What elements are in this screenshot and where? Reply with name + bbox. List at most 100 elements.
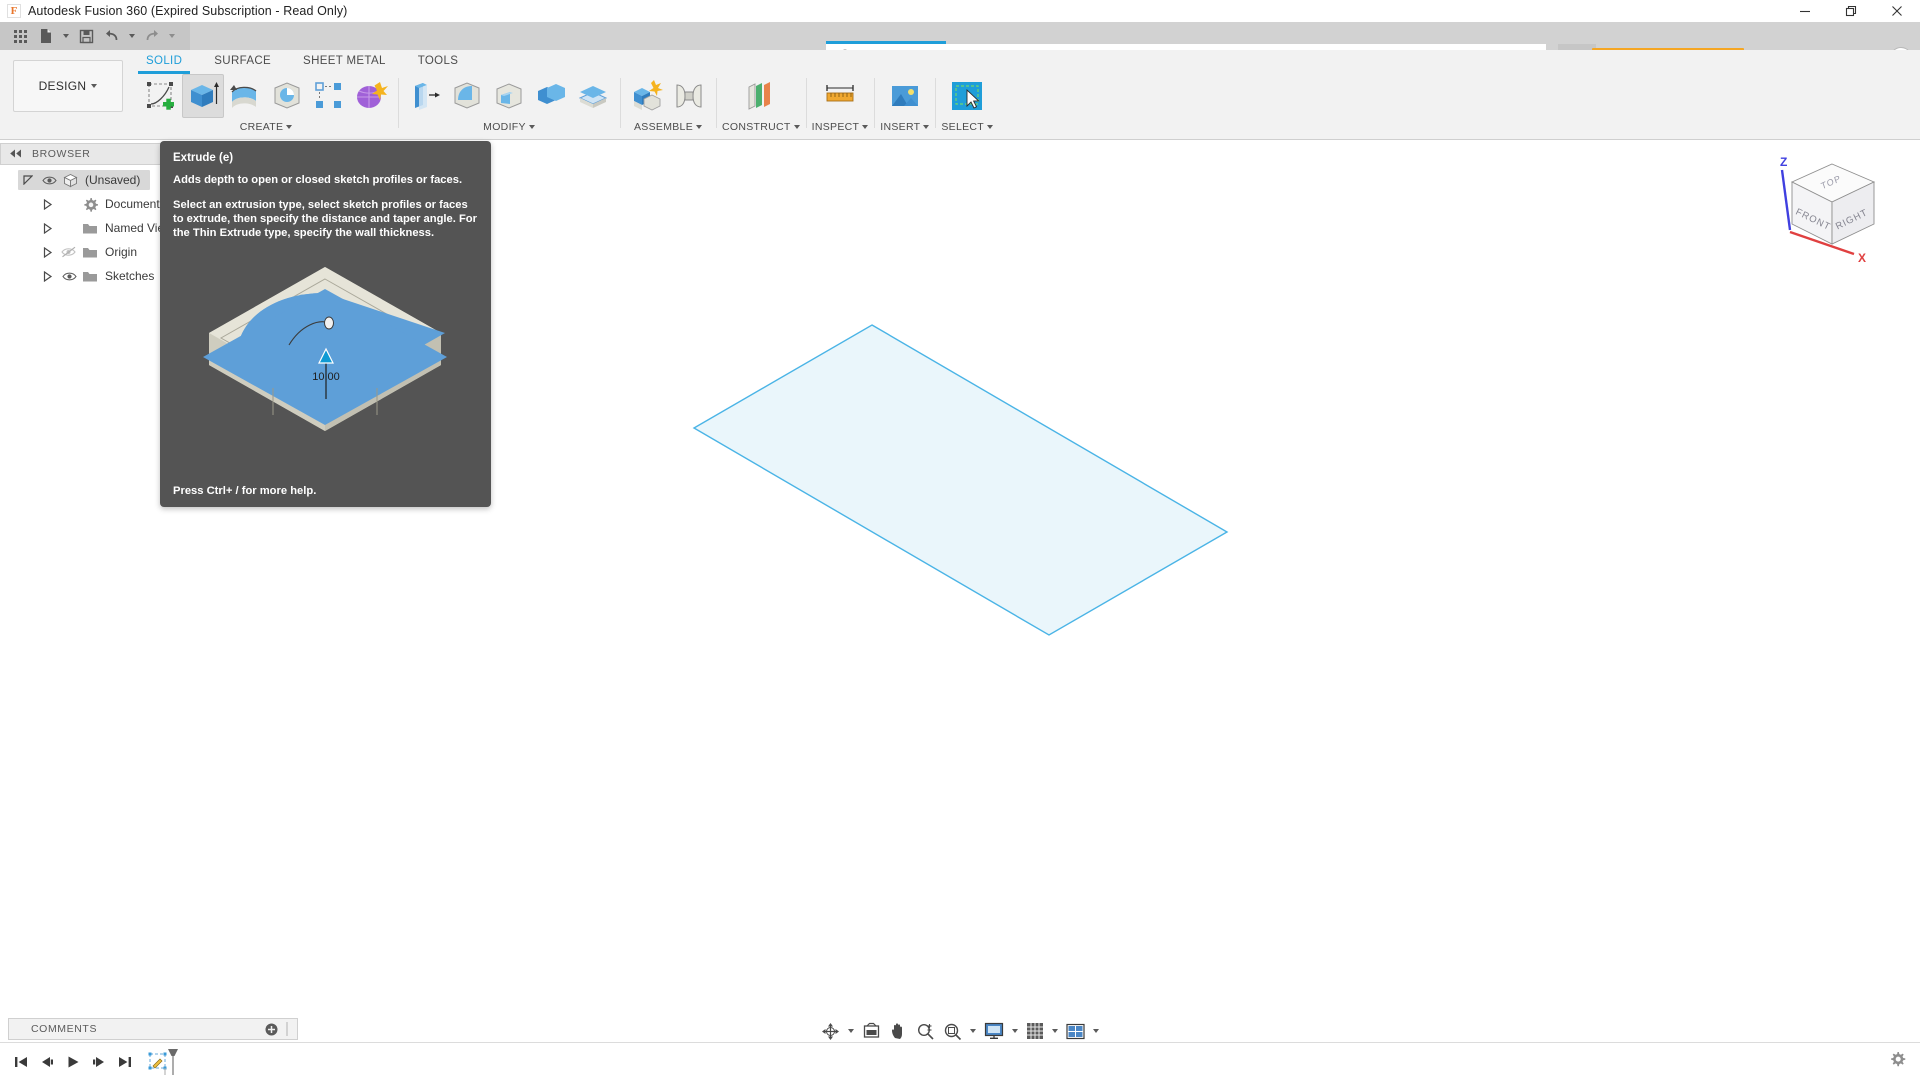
grid-and-snaps-dropdown-icon[interactable] <box>1049 1018 1061 1044</box>
tooltip-paragraph-2: Select an extrusion type, select sketch … <box>173 198 478 240</box>
new-document-dropdown-icon[interactable] <box>60 24 72 48</box>
tab-sheet-metal[interactable]: SHEET METAL <box>287 50 402 72</box>
chevron-down-icon <box>529 125 535 129</box>
axis-label-x: X <box>1858 251 1866 265</box>
tool-new-component[interactable] <box>626 74 668 118</box>
panel-label: CONSTRUCT <box>722 121 791 133</box>
expander-collapsed-icon[interactable] <box>38 247 58 258</box>
tool-create-sketch[interactable] <box>140 74 182 118</box>
tool-fillet[interactable] <box>446 74 488 118</box>
timeline-jump-to-end[interactable] <box>112 1049 138 1075</box>
tab-surface[interactable]: SURFACE <box>198 50 287 72</box>
tool-offset-plane[interactable] <box>740 74 782 118</box>
chevron-down-icon <box>286 125 292 129</box>
viewports-dropdown-icon[interactable] <box>1090 1018 1102 1044</box>
zoom-icon[interactable] <box>913 1018 938 1044</box>
panel-title-assemble[interactable]: ASSEMBLE <box>634 121 702 133</box>
expander-collapsed-icon[interactable] <box>38 223 58 234</box>
panel-title-select[interactable]: SELECT <box>941 121 993 133</box>
orbit-dropdown-icon[interactable] <box>845 1018 857 1044</box>
close-button[interactable] <box>1874 0 1920 22</box>
folder-icon <box>80 222 100 235</box>
ribbon-panel-assemble: ASSEMBLE <box>620 74 716 140</box>
tool-sweep[interactable] <box>266 74 308 118</box>
ribbon-tabs: SOLID SURFACE SHEET METAL TOOLS <box>130 50 474 72</box>
tool-select-window[interactable] <box>946 74 988 118</box>
look-at-icon[interactable] <box>859 1018 884 1044</box>
expander-collapsed-icon[interactable] <box>38 199 58 210</box>
visibility-eye-hidden-icon[interactable] <box>58 246 80 258</box>
expander-collapsed-icon[interactable] <box>38 271 58 282</box>
ribbon-panel-insert: INSERT <box>874 74 935 140</box>
tooltip-illustration: 10.00 <box>173 253 478 453</box>
tool-insert-image[interactable] <box>884 74 926 118</box>
restore-button[interactable] <box>1828 0 1874 22</box>
app-grid-icon[interactable] <box>8 24 32 48</box>
tool-form[interactable] <box>350 74 392 118</box>
quick-access-bar: Untitled* Expired: Subscribe Now <box>0 22 1920 50</box>
timeline-jump-to-beginning[interactable] <box>8 1049 34 1075</box>
display-settings-icon[interactable] <box>981 1018 1007 1044</box>
visibility-eye-icon[interactable] <box>58 271 80 282</box>
tool-combine[interactable] <box>530 74 572 118</box>
panel-label: SELECT <box>941 121 984 133</box>
tool-split-face[interactable] <box>572 74 614 118</box>
undo-dropdown-icon[interactable] <box>126 24 138 48</box>
tooltip-paragraph-1: Adds depth to open or closed sketch prof… <box>173 173 478 187</box>
tool-revolve[interactable] <box>224 74 266 118</box>
visibility-eye-icon[interactable] <box>38 175 60 186</box>
tab-tools[interactable]: TOOLS <box>402 50 475 72</box>
tooltip-footer: Press Ctrl+ / for more help. <box>173 485 316 497</box>
timeline-step-forward[interactable] <box>86 1049 112 1075</box>
comments-label: COMMENTS <box>31 1023 97 1035</box>
tool-joint[interactable] <box>668 74 710 118</box>
panel-title-insert[interactable]: INSERT <box>880 121 929 133</box>
browser-title: BROWSER <box>32 148 90 160</box>
timeline-play[interactable] <box>60 1049 86 1075</box>
tool-shell[interactable] <box>488 74 530 118</box>
settings-gear-icon[interactable] <box>1889 1051 1906 1073</box>
zoom-window-icon[interactable] <box>940 1018 965 1044</box>
collapse-left-icon[interactable] <box>9 145 22 163</box>
viewports-icon[interactable] <box>1063 1018 1088 1044</box>
timeline-step-back[interactable] <box>34 1049 60 1075</box>
expander-expanded-icon[interactable] <box>18 175 38 185</box>
orbit-icon[interactable] <box>818 1018 843 1044</box>
ribbon-panel-select: SELECT <box>935 74 999 140</box>
panel-label: CREATE <box>240 121 284 133</box>
minimize-button[interactable] <box>1782 0 1828 22</box>
tree-item-label: Origin <box>105 245 137 259</box>
tool-measure[interactable] <box>819 74 861 118</box>
tool-rectangular-pattern[interactable] <box>308 74 350 118</box>
add-comment-icon[interactable] <box>265 1023 278 1036</box>
chevron-down-icon <box>91 84 97 88</box>
tool-press-pull[interactable] <box>404 74 446 118</box>
undo-icon[interactable] <box>100 24 124 48</box>
folder-icon <box>80 270 100 283</box>
panel-title-create[interactable]: CREATE <box>240 121 293 133</box>
display-settings-dropdown-icon[interactable] <box>1009 1018 1021 1044</box>
view-cube[interactable]: Z X TOP FRONT RIGHT <box>1770 152 1890 267</box>
tool-extrude[interactable] <box>182 74 224 118</box>
pan-icon[interactable] <box>886 1018 911 1044</box>
comments-panel[interactable]: COMMENTS <box>8 1018 298 1040</box>
grid-and-snaps-icon[interactable] <box>1023 1018 1047 1044</box>
tooltip-dimension-label: 10.00 <box>312 371 340 383</box>
panel-resize-grip[interactable] <box>285 1022 291 1036</box>
tree-item-label: Sketches <box>105 269 154 283</box>
save-icon[interactable] <box>74 24 98 48</box>
tab-solid[interactable]: SOLID <box>130 50 198 72</box>
tree-item-label: (Unsaved) <box>85 173 140 187</box>
panel-title-construct[interactable]: CONSTRUCT <box>722 121 800 133</box>
title-bar: F Autodesk Fusion 360 (Expired Subscript… <box>0 0 1920 22</box>
gear-icon <box>80 197 100 212</box>
panel-title-modify[interactable]: MODIFY <box>483 121 535 133</box>
ribbon-panel-inspect: INSPECT <box>806 74 875 140</box>
workspace-selector[interactable]: DESIGN <box>13 60 123 112</box>
chevron-down-icon <box>862 125 868 129</box>
window-title: Autodesk Fusion 360 (Expired Subscriptio… <box>28 4 347 18</box>
new-document-icon[interactable] <box>34 24 58 48</box>
panel-title-inspect[interactable]: INSPECT <box>812 121 869 133</box>
timeline-sketch-feature[interactable] <box>148 1047 182 1077</box>
zoom-window-dropdown-icon[interactable] <box>967 1018 979 1044</box>
